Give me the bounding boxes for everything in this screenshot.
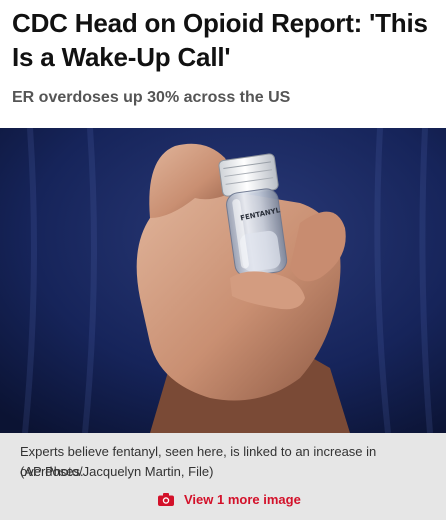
view-more-images-button[interactable]: View 1 more image [158,489,301,509]
article: CDC Head on Opioid Report: 'This Is a Wa… [0,0,446,520]
camera-icon [158,492,174,506]
article-headline: CDC Head on Opioid Report: 'This Is a Wa… [12,8,428,72]
fentanyl-vial-photo: FENTANYL [0,128,446,433]
photo-credit: (AP Photo/Jacquelyn Martin, File) [20,464,214,479]
photo-caption-area: Experts believe fentanyl, seen here, is … [0,433,446,520]
view-more-label: View 1 more image [184,491,301,507]
article-photo[interactable]: FENTANYL [0,128,446,433]
article-subheadline: ER overdoses up 30% across the US [12,89,291,106]
